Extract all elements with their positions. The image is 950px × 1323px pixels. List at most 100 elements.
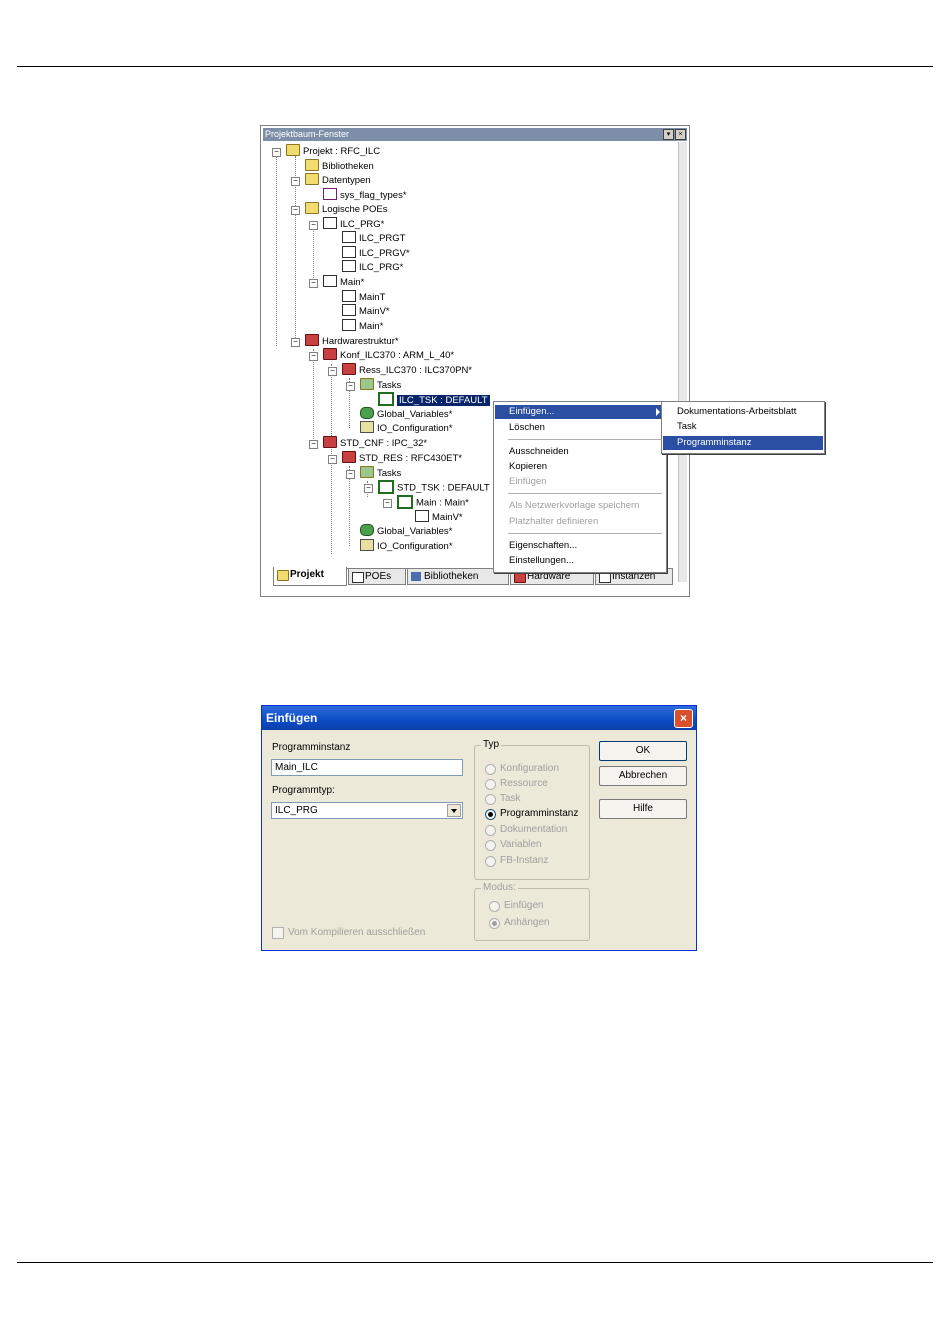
menu-item-einfuegen-submenu[interactable]: Einfügen...: [495, 405, 665, 419]
programminstanz-input[interactable]: Main_ILC: [271, 759, 463, 776]
node-label: MainV*: [359, 306, 390, 317]
poe-icon: [352, 572, 364, 583]
radio-circle: [485, 856, 496, 867]
tree-connector: [276, 156, 277, 346]
menu-item-einstellungen[interactable]: Einstellungen...: [495, 554, 665, 568]
radio-variablen[interactable]: Variablen: [485, 838, 542, 852]
radio-modus-anhaengen[interactable]: Anhängen: [489, 916, 550, 930]
node-label: Global_Variables*: [377, 526, 453, 537]
menu-label: Einfügen: [509, 476, 547, 487]
hardware-icon: [514, 572, 526, 583]
collapse-icon[interactable]: −: [309, 279, 318, 288]
radio-dokumentation[interactable]: Dokumentation: [485, 823, 567, 837]
radio-programminstanz[interactable]: Programminstanz: [485, 807, 578, 821]
collapse-icon[interactable]: −: [291, 206, 300, 215]
exclude-compile-checkbox[interactable]: Vom Kompilieren ausschließen: [272, 927, 425, 939]
menu-item-define-placeholder[interactable]: Platzhalter definieren: [495, 515, 665, 529]
collapse-icon[interactable]: −: [346, 470, 355, 479]
tree-node-std-cnf[interactable]: − STD_CNF : IPC_32*: [309, 436, 427, 451]
tree-scrollbar[interactable]: [678, 142, 687, 582]
tree-node-ilc-tsk[interactable]: ILC_TSK : DEFAULT: [378, 392, 490, 407]
tree-node-main-code[interactable]: Main*: [342, 319, 383, 334]
tree-node-main[interactable]: − Main*: [309, 275, 364, 290]
menu-label: Ausschneiden: [509, 446, 569, 457]
close-icon[interactable]: ×: [674, 709, 693, 728]
cancel-button[interactable]: Abbrechen: [599, 766, 687, 786]
globe-icon: [360, 524, 374, 537]
tree-node-ilc-prgv[interactable]: ILC_PRGV*: [342, 246, 410, 261]
tree-node-ilc-prg-code[interactable]: ILC_PRG*: [342, 260, 404, 275]
radio-ressource[interactable]: Ressource: [485, 777, 548, 791]
instances-icon: [599, 572, 611, 583]
node-label: Main : Main*: [416, 497, 469, 509]
menu-item-loeschen[interactable]: Löschen: [495, 421, 665, 435]
submenu-item-dokumentations-arbeitsblatt[interactable]: Dokumentations-Arbeitsblatt: [663, 405, 823, 419]
tree-node-logical-poes[interactable]: − Logische POEs: [291, 202, 387, 217]
tree-node-maint[interactable]: MainT: [342, 290, 385, 305]
node-label: STD_TSK : DEFAULT: [397, 482, 490, 494]
tree-node-mainv-instance[interactable]: MainV*: [415, 510, 463, 525]
submenu-arrow-icon: [656, 408, 660, 416]
programmtyp-label: Programmtyp:: [272, 785, 335, 796]
radio-konfiguration[interactable]: Konfiguration: [485, 762, 559, 776]
radio-fb-instanz[interactable]: FB-Instanz: [485, 854, 548, 868]
tree-node-ress-ilc370[interactable]: − Ress_ILC370 : ILC370PN*: [328, 363, 472, 378]
menu-item-paste[interactable]: Einfügen: [495, 475, 665, 489]
chevron-down-icon[interactable]: [447, 804, 461, 817]
tree-node-mainv[interactable]: MainV*: [342, 304, 390, 319]
node-label: ILC_PRG*: [359, 262, 404, 273]
collapse-icon[interactable]: −: [291, 177, 300, 186]
tree-node-io-configuration-2[interactable]: IO_Configuration*: [360, 539, 453, 554]
tree-node-ilc-prgt[interactable]: ILC_PRGT: [342, 231, 405, 246]
tree-node-project[interactable]: − Projekt : RFC_ILC: [272, 144, 380, 159]
tree-node-global-variables[interactable]: Global_Variables*: [360, 407, 452, 422]
tree-node-std-tsk[interactable]: − STD_TSK : DEFAULT: [364, 480, 490, 495]
radio-label: Task: [500, 793, 521, 804]
tree-node-io-configuration[interactable]: IO_Configuration*: [360, 421, 453, 436]
menu-item-save-network-template[interactable]: Als Netzwerkvorlage speichern: [495, 499, 665, 513]
collapse-icon[interactable]: −: [309, 352, 318, 361]
tree-node-sys-flag-types[interactable]: sys_flag_types*: [323, 188, 407, 203]
submenu-item-task[interactable]: Task: [663, 420, 823, 434]
radio-label: Variablen: [500, 839, 542, 850]
collapse-icon[interactable]: −: [309, 440, 318, 449]
tree-node-main-instance[interactable]: − Main : Main*: [383, 495, 469, 510]
radio-modus-einfuegen[interactable]: Einfügen: [489, 899, 543, 913]
tree-node-tasks-2[interactable]: − Tasks: [346, 466, 401, 481]
programmtyp-select[interactable]: ILC_PRG: [271, 802, 463, 819]
radio-task[interactable]: Task: [485, 792, 521, 806]
tree-node-hardware[interactable]: − Hardwarestruktur*: [291, 334, 399, 349]
tab-poes[interactable]: POEs: [348, 569, 406, 585]
tree-node-datatypes[interactable]: − Datentypen: [291, 173, 371, 188]
menu-item-kopieren[interactable]: Kopieren: [495, 460, 665, 474]
submenu-item-programminstanz[interactable]: Programminstanz: [663, 436, 823, 450]
tree-node-konf-ilc370[interactable]: − Konf_ILC370 : ARM_L_40*: [309, 348, 454, 363]
collapse-icon[interactable]: −: [364, 484, 373, 493]
tab-projekt[interactable]: Projekt: [273, 567, 347, 586]
menu-item-ausschneiden[interactable]: Ausschneiden: [495, 445, 665, 459]
collapse-icon[interactable]: −: [291, 338, 300, 347]
collapse-icon[interactable]: −: [272, 148, 281, 157]
close-icon[interactable]: ×: [675, 129, 686, 140]
tree-node-libraries[interactable]: Bibliotheken: [305, 159, 374, 174]
code-icon: [342, 319, 356, 332]
dropdown-icon[interactable]: ▾: [663, 129, 674, 140]
tree-node-std-res[interactable]: − STD_RES : RFC430ET*: [328, 451, 462, 466]
tree-node-ilc-prg[interactable]: − ILC_PRG*: [309, 217, 384, 232]
menu-separator: [508, 493, 662, 494]
tree-node-global-variables-2[interactable]: Global_Variables*: [360, 524, 453, 539]
menu-item-eigenschaften[interactable]: Eigenschaften...: [495, 539, 665, 553]
tree-node-tasks[interactable]: − Tasks: [346, 378, 401, 393]
ok-button[interactable]: OK: [599, 741, 687, 761]
modus-group-label: Modus:: [481, 882, 518, 893]
collapse-icon[interactable]: −: [309, 221, 318, 230]
checkbox-box[interactable]: [272, 927, 284, 939]
collapse-icon[interactable]: −: [346, 382, 355, 391]
collapse-icon[interactable]: −: [328, 367, 337, 376]
collapse-icon[interactable]: −: [328, 455, 337, 464]
project-icon: [277, 570, 289, 581]
menu-label: Dokumentations-Arbeitsblatt: [677, 406, 797, 417]
collapse-icon[interactable]: −: [383, 499, 392, 508]
menu-separator: [508, 533, 662, 534]
help-button[interactable]: Hilfe: [599, 799, 687, 819]
